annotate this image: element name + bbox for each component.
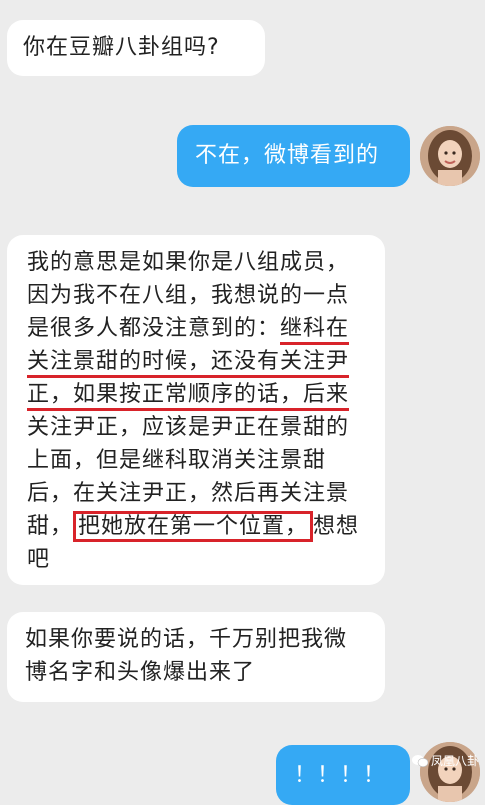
- message-bubble-outgoing: 不在，微博看到的: [177, 125, 410, 187]
- message-text: 不在，微博看到的: [195, 143, 380, 168]
- boxed-text: 把她放在第一个位置，: [73, 511, 314, 542]
- avatar[interactable]: [420, 126, 480, 186]
- message-bubble-incoming: 你在豆瓣八卦组吗?: [7, 20, 265, 76]
- watermark: 凤凰八卦: [412, 752, 479, 769]
- chat-thread: 你在豆瓣八卦组吗? 不在，微博看到的 我的意思是如果你是八组成员，因为我不在八组…: [0, 0, 485, 805]
- message-text: ！！！！: [294, 763, 387, 788]
- message-bubble-incoming: 我的意思是如果你是八组成员，因为我不在八组，我想说的一点是很多人都没注意到的：继…: [7, 235, 385, 585]
- underlined-text: 关注景甜的时候，还没有关注尹: [27, 349, 350, 378]
- message-bubble-incoming: 如果你要说的话，千万别把我微博名字和头像爆出来了: [7, 612, 385, 702]
- message-bubble-outgoing: ！！！！: [276, 745, 410, 805]
- wechat-icon: [412, 754, 429, 768]
- message-text: 如果你要说的话，千万别把我微博名字和头像爆出来了: [25, 627, 348, 685]
- avatar[interactable]: [420, 742, 480, 802]
- underlined-text: 继科在: [280, 316, 350, 345]
- message-text: 你在豆瓣八卦组吗?: [23, 35, 220, 60]
- watermark-text: 凤凰八卦: [431, 754, 480, 768]
- underlined-text: 正，如果按正常顺序的话，后来: [27, 382, 350, 411]
